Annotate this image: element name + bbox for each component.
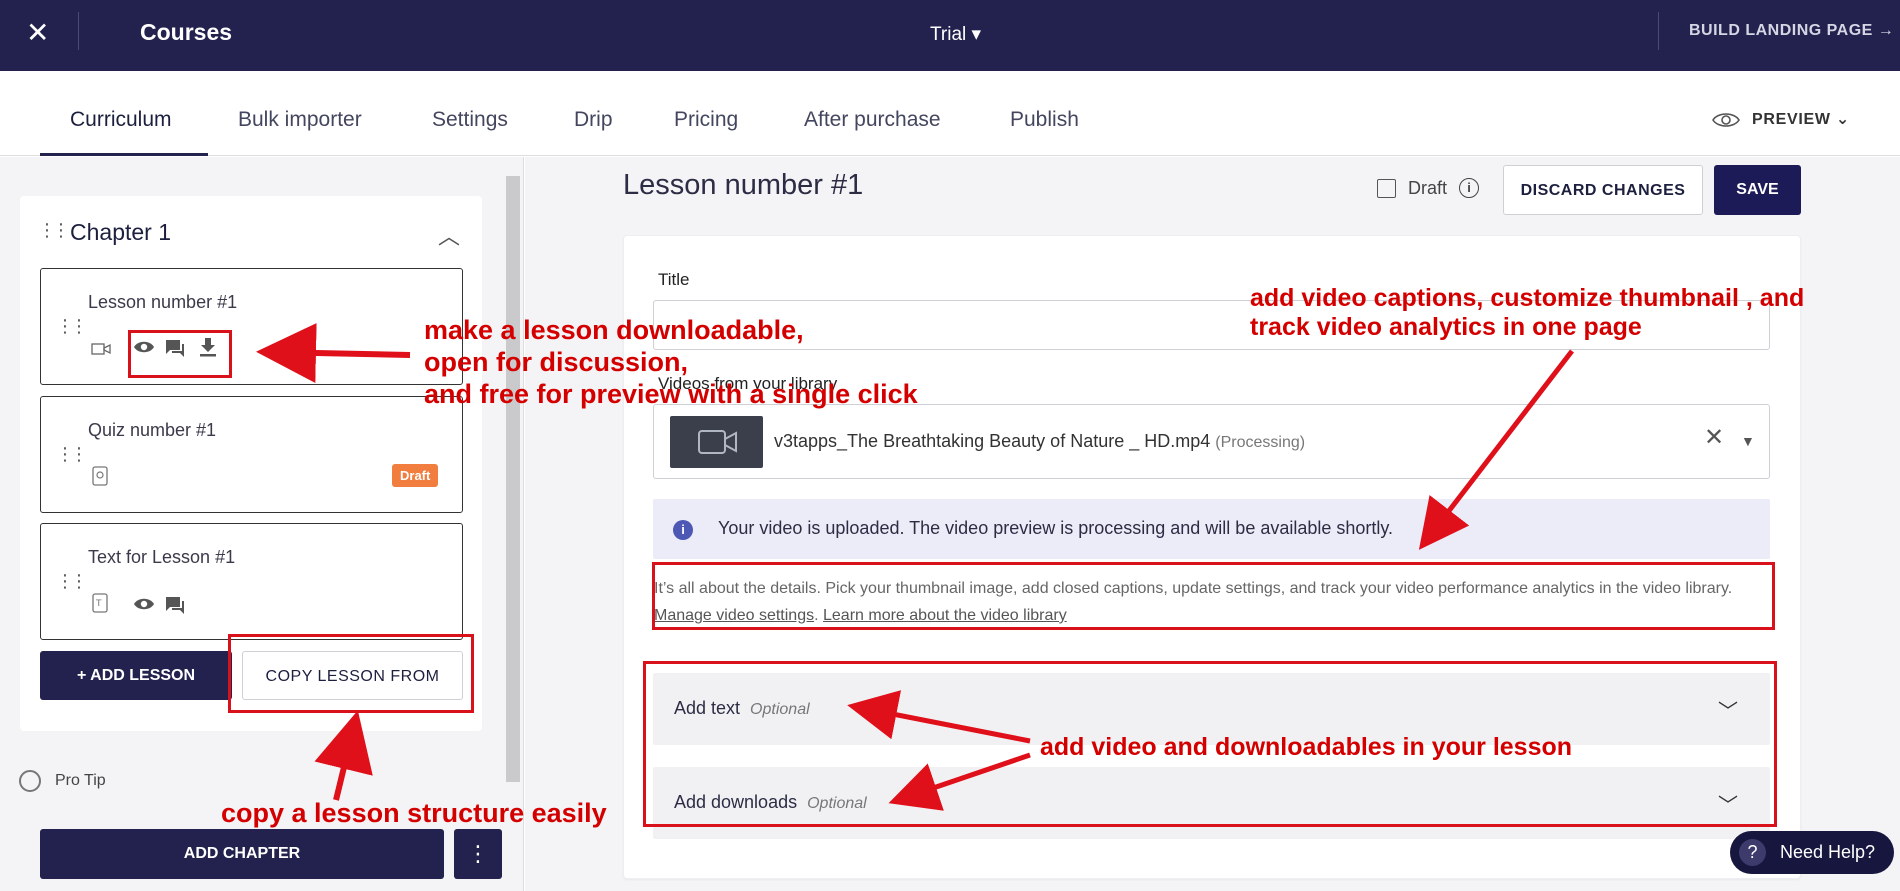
annotation-arrow <box>847 690 1031 744</box>
annotation-arrow <box>888 752 1031 811</box>
annotation-arrows <box>256 323 1574 811</box>
annotation-arrow <box>1418 349 1574 550</box>
annotation-arrow <box>314 710 373 801</box>
annotation-arrow <box>256 323 411 384</box>
